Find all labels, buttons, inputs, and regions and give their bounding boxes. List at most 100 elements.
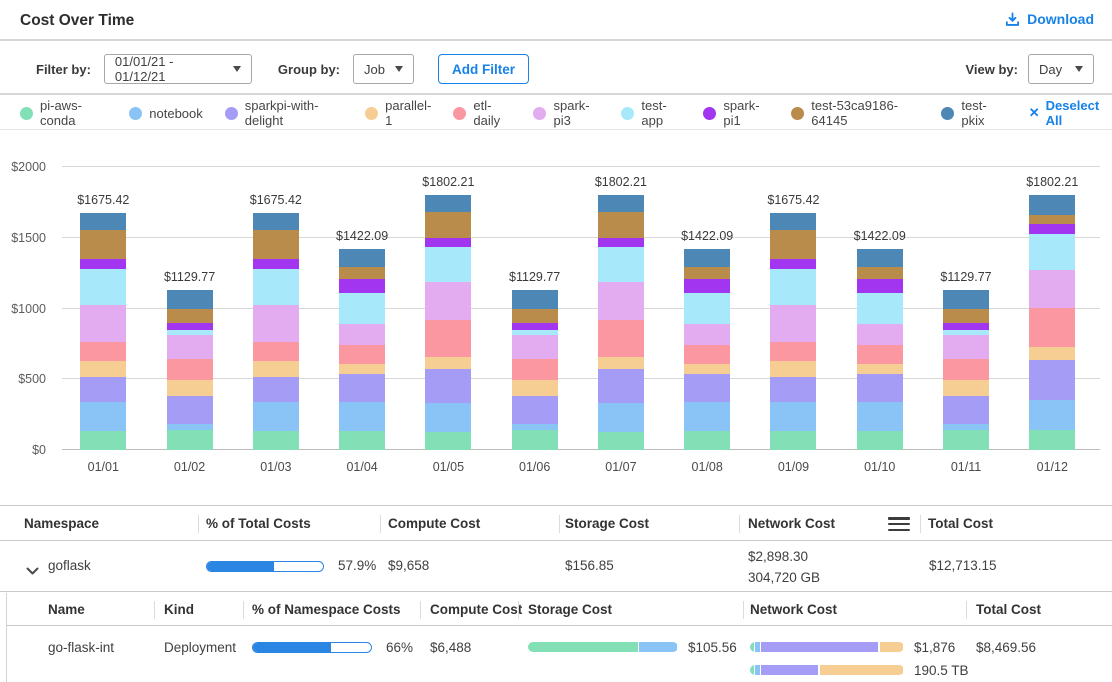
stacked-bar-01/06[interactable] — [512, 290, 558, 450]
bar-segment-test-pkix[interactable] — [425, 195, 471, 212]
bar-segment-parallel-1[interactable] — [1029, 347, 1075, 360]
bar-segment-sparkpi-with-delight[interactable] — [857, 374, 903, 402]
deselect-all-button[interactable]: ✕ Deselect All — [1029, 98, 1112, 128]
col-network-cost[interactable]: Network Cost — [748, 516, 835, 531]
bar-segment-etl-daily[interactable] — [598, 320, 644, 357]
add-filter-button[interactable]: Add Filter — [438, 54, 529, 84]
bar-segment-spark-pi3[interactable] — [425, 282, 471, 320]
col-namespace[interactable]: Namespace — [24, 516, 99, 531]
col-name[interactable]: Name — [48, 602, 85, 617]
bar-segment-test-53ca9186-64145[interactable] — [857, 267, 903, 279]
bar-segment-notebook[interactable] — [770, 402, 816, 431]
bar-segment-etl-daily[interactable] — [167, 359, 213, 380]
bar-segment-spark-pi1[interactable] — [512, 323, 558, 330]
view-by-select[interactable]: Day — [1028, 54, 1094, 84]
stacked-bar-01/04[interactable] — [339, 249, 385, 450]
bar-segment-test-53ca9186-64145[interactable] — [1029, 215, 1075, 223]
bar-segment-notebook[interactable] — [80, 402, 126, 431]
bar-segment-notebook[interactable] — [425, 403, 471, 431]
bar-segment-parallel-1[interactable] — [943, 380, 989, 396]
bar-segment-test-app[interactable] — [339, 293, 385, 324]
bar-segment-pi-aws-conda[interactable] — [167, 430, 213, 450]
col-kind[interactable]: Kind — [164, 602, 194, 617]
bar-segment-etl-daily[interactable] — [684, 345, 730, 364]
bar-segment-sparkpi-with-delight[interactable] — [770, 377, 816, 402]
chevron-down-icon[interactable] — [26, 562, 39, 580]
col-total-cost[interactable]: Total Cost — [928, 516, 993, 531]
bar-segment-parallel-1[interactable] — [598, 357, 644, 369]
bar-segment-pi-aws-conda[interactable] — [943, 430, 989, 450]
col-storage-cost[interactable]: Storage Cost — [528, 602, 612, 617]
bar-segment-spark-pi3[interactable] — [80, 305, 126, 342]
bar-segment-sparkpi-with-delight[interactable] — [598, 369, 644, 404]
bar-segment-sparkpi-with-delight[interactable] — [1029, 360, 1075, 400]
legend-item-test-pkix[interactable]: test-pkix — [941, 98, 1002, 128]
bar-segment-spark-pi1[interactable] — [770, 259, 816, 269]
download-button[interactable]: Download — [1005, 11, 1094, 27]
stacked-bar-01/01[interactable] — [80, 213, 126, 450]
bar-segment-etl-daily[interactable] — [1029, 308, 1075, 348]
bar-segment-test-app[interactable] — [598, 247, 644, 282]
bar-segment-spark-pi1[interactable] — [253, 259, 299, 269]
bar-segment-parallel-1[interactable] — [425, 357, 471, 369]
bar-segment-test-pkix[interactable] — [339, 249, 385, 267]
col-pct-total[interactable]: % of Total Costs — [206, 516, 311, 531]
legend-item-test-app[interactable]: test-app — [621, 98, 681, 128]
bar-segment-etl-daily[interactable] — [770, 342, 816, 362]
bar-segment-parallel-1[interactable] — [80, 361, 126, 376]
bar-segment-test-app[interactable] — [1029, 234, 1075, 269]
bar-segment-spark-pi1[interactable] — [943, 323, 989, 330]
bar-segment-test-pkix[interactable] — [80, 213, 126, 230]
bar-segment-spark-pi1[interactable] — [1029, 224, 1075, 235]
stacked-bar-01/08[interactable] — [684, 249, 730, 450]
legend-item-spark-pi3[interactable]: spark-pi3 — [533, 98, 599, 128]
bar-segment-pi-aws-conda[interactable] — [684, 431, 730, 450]
legend-item-parallel-1[interactable]: parallel-1 — [365, 98, 431, 128]
bar-segment-sparkpi-with-delight[interactable] — [339, 374, 385, 402]
bar-segment-test-app[interactable] — [684, 293, 730, 324]
bar-segment-etl-daily[interactable] — [253, 342, 299, 362]
bar-segment-pi-aws-conda[interactable] — [339, 431, 385, 450]
bar-segment-pi-aws-conda[interactable] — [80, 431, 126, 450]
col-compute-cost[interactable]: Compute Cost — [388, 516, 480, 531]
bar-segment-spark-pi3[interactable] — [857, 324, 903, 345]
legend-item-spark-pi1[interactable]: spark-pi1 — [703, 98, 769, 128]
col-pct-namespace[interactable]: % of Namespace Costs — [252, 602, 401, 617]
bar-segment-test-pkix[interactable] — [770, 213, 816, 230]
bar-segment-etl-daily[interactable] — [512, 359, 558, 380]
bar-segment-pi-aws-conda[interactable] — [425, 432, 471, 450]
bar-segment-spark-pi1[interactable] — [339, 279, 385, 293]
bar-segment-spark-pi3[interactable] — [1029, 270, 1075, 308]
bar-segment-sparkpi-with-delight[interactable] — [253, 377, 299, 402]
bar-segment-notebook[interactable] — [684, 402, 730, 431]
bar-segment-sparkpi-with-delight[interactable] — [425, 369, 471, 404]
bar-segment-sparkpi-with-delight[interactable] — [512, 396, 558, 424]
bar-segment-notebook[interactable] — [339, 402, 385, 431]
bar-segment-test-pkix[interactable] — [1029, 195, 1075, 215]
bar-segment-pi-aws-conda[interactable] — [598, 432, 644, 450]
stacked-bar-01/10[interactable] — [857, 249, 903, 450]
bar-segment-pi-aws-conda[interactable] — [253, 431, 299, 450]
bar-segment-parallel-1[interactable] — [857, 364, 903, 374]
bar-segment-test-53ca9186-64145[interactable] — [512, 309, 558, 323]
bar-segment-test-pkix[interactable] — [167, 290, 213, 308]
col-network-cost[interactable]: Network Cost — [750, 602, 837, 617]
bar-segment-spark-pi1[interactable] — [425, 238, 471, 247]
bar-segment-spark-pi3[interactable] — [512, 335, 558, 358]
bar-segment-spark-pi3[interactable] — [339, 324, 385, 345]
stacked-bar-01/02[interactable] — [167, 290, 213, 450]
bar-segment-pi-aws-conda[interactable] — [770, 431, 816, 450]
bar-segment-test-app[interactable] — [253, 269, 299, 305]
bar-segment-notebook[interactable] — [857, 402, 903, 431]
bar-segment-sparkpi-with-delight[interactable] — [684, 374, 730, 402]
bar-segment-spark-pi3[interactable] — [684, 324, 730, 345]
bar-segment-sparkpi-with-delight[interactable] — [80, 377, 126, 402]
col-total-cost[interactable]: Total Cost — [976, 602, 1041, 617]
bar-segment-test-app[interactable] — [80, 269, 126, 305]
bar-segment-test-53ca9186-64145[interactable] — [80, 230, 126, 258]
legend-item-notebook[interactable]: notebook — [129, 106, 203, 121]
stacked-bar-01/03[interactable] — [253, 213, 299, 450]
stacked-bar-01/12[interactable] — [1029, 195, 1075, 450]
bar-segment-sparkpi-with-delight[interactable] — [167, 396, 213, 424]
bar-segment-test-pkix[interactable] — [512, 290, 558, 308]
